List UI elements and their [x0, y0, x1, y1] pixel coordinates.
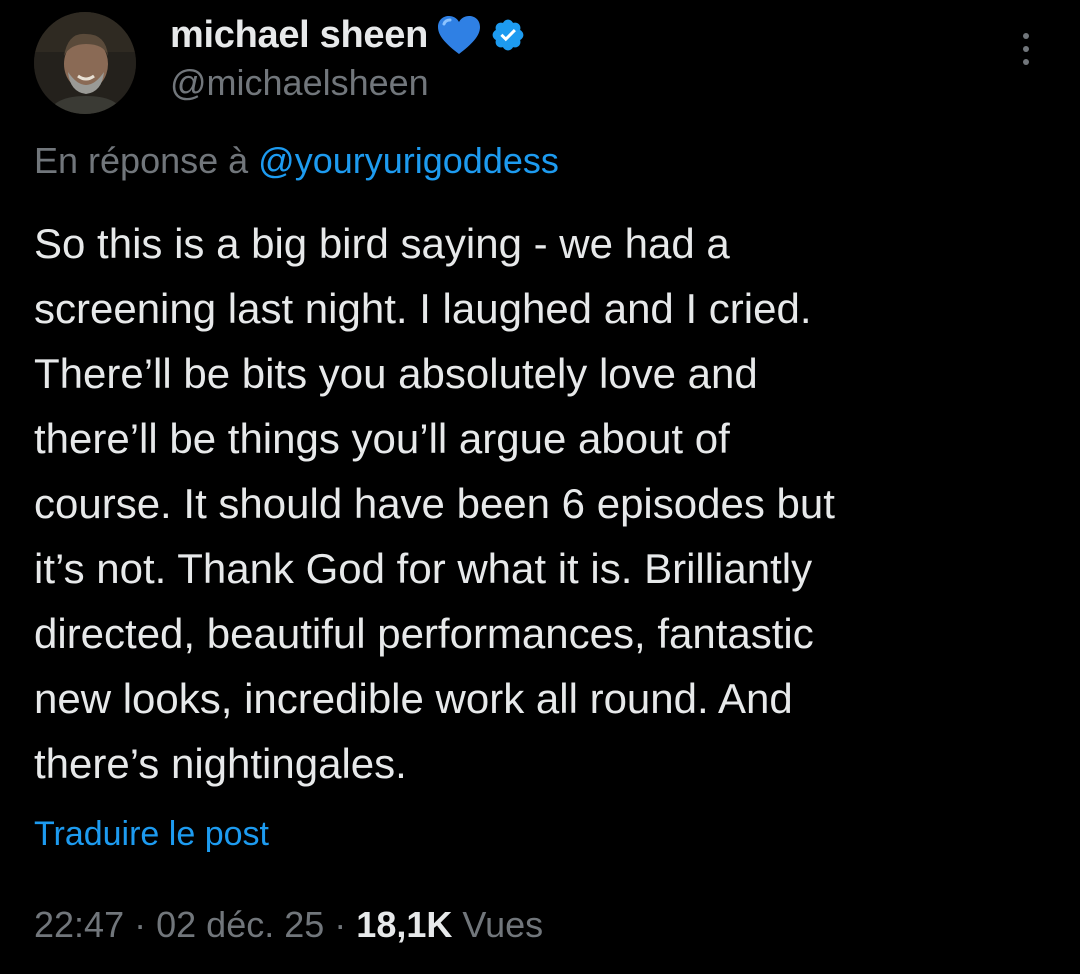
reply-handle-link[interactable]: @youryurigoddess [258, 140, 559, 181]
more-vertical-icon [1023, 46, 1029, 52]
tweet-text-line: new looks, incredible work all round. An… [34, 675, 793, 722]
tweet-text-line: it’s not. Thank God for what it is. Bril… [34, 545, 813, 592]
more-vertical-icon [1023, 33, 1029, 39]
tweet-meta: 22:47 · 02 déc. 25 · 18,1K Vues [34, 904, 543, 946]
tweet-text-line: there’ll be things you’ll argue about of [34, 415, 730, 462]
tweet-text-line: directed, beautiful performances, fantas… [34, 610, 814, 657]
more-vertical-icon [1023, 59, 1029, 65]
blue-heart-icon [436, 14, 482, 56]
reply-context: En réponse à @youryurigoddess [34, 140, 559, 182]
tweet-detail: michael sheen @michaelsheen En réponse à… [0, 0, 1080, 974]
tweet-text-line: There’ll be bits you absolutely love and [34, 350, 758, 397]
meta-separator: · [134, 904, 147, 945]
views-label: Vues [462, 904, 544, 945]
views-count: 18,1K [356, 904, 453, 945]
author-handle[interactable]: @michaelsheen [170, 62, 429, 104]
tweet-text: So this is a big bird saying - we had a … [34, 211, 1044, 796]
verified-badge-icon[interactable] [490, 17, 526, 53]
tweet-text-line: there’s nightingales. [34, 740, 407, 787]
tweet-text-line: screening last night. I laughed and I cr… [34, 285, 812, 332]
reply-prefix: En réponse à [34, 140, 249, 181]
translate-post-link[interactable]: Traduire le post [34, 815, 269, 854]
tweet-text-line: course. It should have been 6 episodes b… [34, 480, 835, 527]
post-date[interactable]: 02 déc. 25 [156, 904, 324, 945]
more-options-button[interactable] [1006, 26, 1046, 72]
author-name-row: michael sheen [170, 12, 526, 58]
avatar[interactable] [34, 12, 136, 114]
tweet-text-line: So this is a big bird saying - we had a [34, 220, 730, 267]
post-time[interactable]: 22:47 [34, 904, 124, 945]
meta-separator: · [334, 904, 347, 945]
author-display-name[interactable]: michael sheen [170, 14, 428, 57]
